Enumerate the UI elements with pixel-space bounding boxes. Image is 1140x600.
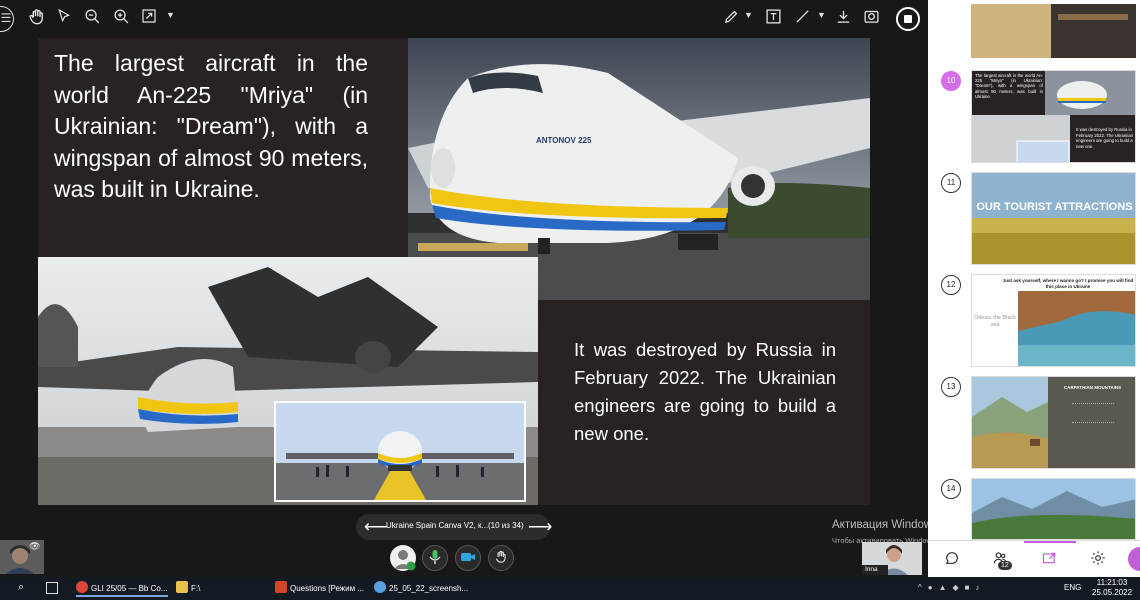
panel-header <box>928 0 1140 63</box>
presentation-slide: The largest aircraft in the world An-225… <box>38 38 870 505</box>
taskbar-app[interactable]: 25_05_22_screensh... <box>374 581 469 597</box>
activation-watermark-title: Активация Windows <box>832 519 938 531</box>
panel-bottom-bar: 12 <box>928 540 1140 577</box>
participant-name: Inna <box>862 565 888 575</box>
menu-icon[interactable]: ☰ <box>0 6 14 32</box>
zoom-in-icon[interactable] <box>110 8 132 30</box>
pointer-icon[interactable] <box>53 8 75 30</box>
thumbnail-title: CARPATHIAN MOUNTAINS <box>1063 385 1122 390</box>
slide-count: (10 из 34) <box>488 521 524 530</box>
thumbnail-number: 12 <box>941 275 961 295</box>
taskbar-app-label: 25_05_22_screensh... <box>389 584 469 593</box>
slide-navigation: ⟵ Ukraine Spain Canva V2, к... (10 из 34… <box>356 514 552 540</box>
gear-icon[interactable] <box>1090 550 1106 571</box>
camera-icon[interactable] <box>455 545 481 571</box>
thumbnail-number: 14 <box>941 479 961 499</box>
eye-icon[interactable]: 👁 <box>29 541 40 552</box>
thumbnail-number: 11 <box>941 173 961 193</box>
slide-thumbnail[interactable] <box>971 478 1136 540</box>
taskbar-app-label: F:\ <box>191 584 201 593</box>
taskbar-app[interactable]: F:\ <box>176 581 268 597</box>
folder-icon <box>176 581 188 593</box>
participant-camera-tile[interactable]: Inna <box>862 542 922 575</box>
line-icon[interactable] <box>791 8 813 30</box>
task-view-icon[interactable] <box>46 582 58 594</box>
slide-thumbnail[interactable]: The largest aircraft in the world An-225… <box>971 70 1136 163</box>
self-camera-tile[interactable]: 👁 <box>0 540 44 574</box>
slide-thumbnail[interactable]: CARPATHIAN MOUNTAINS <box>971 376 1136 469</box>
text-box-icon[interactable] <box>762 8 784 30</box>
chevron-down-icon[interactable]: ▼ <box>166 10 175 20</box>
an225-front-photo <box>274 401 526 502</box>
thumbnail-caption: Odesa, the Black sea <box>974 315 1016 328</box>
aircraft-lettering: ANTONOV 225 <box>536 136 592 145</box>
image-viewer-icon <box>374 581 386 593</box>
system-tray-icons[interactable]: ^●▲◆■♪ <box>918 583 1038 593</box>
thumbnail-text: The largest aircraft in the world An-225… <box>975 73 1043 99</box>
hand-icon[interactable] <box>26 8 48 30</box>
search-icon[interactable]: ⌕ <box>18 581 24 594</box>
slide-thumbnail[interactable]: OUR TOURIST ATTRACTIONS <box>971 172 1136 265</box>
clock[interactable]: 11:21:03 25.05.2022 <box>1092 578 1132 598</box>
powerpoint-icon <box>275 581 287 593</box>
slide-text-destroyed: It was destroyed by Russia in February 2… <box>574 339 836 444</box>
deck-title: Ukraine Spain Canva V2, к... <box>386 521 489 530</box>
taskbar-app[interactable]: Questions [Режим ... <box>275 581 367 597</box>
taskbar-app-label: GLI 25/05 — Bb Co... <box>91 584 168 593</box>
thumbnail-title: OUR TOURIST ATTRACTIONS <box>976 201 1133 213</box>
chevron-down-icon[interactable]: ▼ <box>817 10 826 20</box>
participant-count-badge: 12 <box>998 561 1012 570</box>
screenshot-icon[interactable] <box>860 8 882 30</box>
taskbar-app[interactable]: GLI 25/05 — Bb Co... <box>76 581 168 597</box>
chat-icon[interactable] <box>944 550 960 571</box>
thumbnail-text: It was destroyed by Russia in February 2… <box>1076 127 1134 149</box>
chevron-down-icon[interactable]: ▼ <box>744 10 753 20</box>
share-content-icon[interactable] <box>1041 550 1058 571</box>
arrow-left-icon[interactable]: ⟵ <box>364 516 388 538</box>
avatar[interactable] <box>390 545 416 571</box>
pen-icon[interactable] <box>720 8 742 30</box>
thumbnail-heading: Just ask yourself, where I wanna go? I p… <box>1002 278 1134 289</box>
screen-share-stage: ☰ ▼ ▼ ▼ The largest aircraft in the worl… <box>0 0 1059 577</box>
stop-sharing-icon[interactable] <box>896 7 920 31</box>
microphone-icon[interactable] <box>422 545 448 571</box>
slides-panel: 10 The largest aircraft in the world An-… <box>928 0 1140 577</box>
download-icon[interactable] <box>832 8 854 30</box>
clock-time: 11:21:03 <box>1096 578 1128 587</box>
chrome-icon <box>76 581 88 593</box>
zoom-out-icon[interactable] <box>81 8 103 30</box>
raise-hand-icon[interactable] <box>488 545 514 571</box>
language-indicator[interactable]: ENG <box>1064 583 1081 592</box>
thumbnail-number: 13 <box>941 377 961 397</box>
active-tab-indicator <box>1024 541 1076 543</box>
fit-icon[interactable] <box>138 8 160 30</box>
slide-thumbnail[interactable]: Just ask yourself, where I wanna go? I p… <box>971 274 1136 367</box>
clock-date: 25.05.2022 <box>1092 588 1133 597</box>
windows-taskbar: ⌕ GLI 25/05 — Bb Co... F:\ Questions [Ре… <box>0 577 1140 600</box>
thumbnail-number: 10 <box>941 71 961 91</box>
arrow-right-icon[interactable]: ⟶ <box>528 516 552 538</box>
taskbar-app-label: Questions [Режим ... <box>290 584 365 593</box>
thumbnail-body-lines <box>1072 403 1114 423</box>
slide-text-intro: The largest aircraft in the world An-225… <box>54 50 368 202</box>
collapse-panel-button[interactable] <box>1128 547 1140 571</box>
